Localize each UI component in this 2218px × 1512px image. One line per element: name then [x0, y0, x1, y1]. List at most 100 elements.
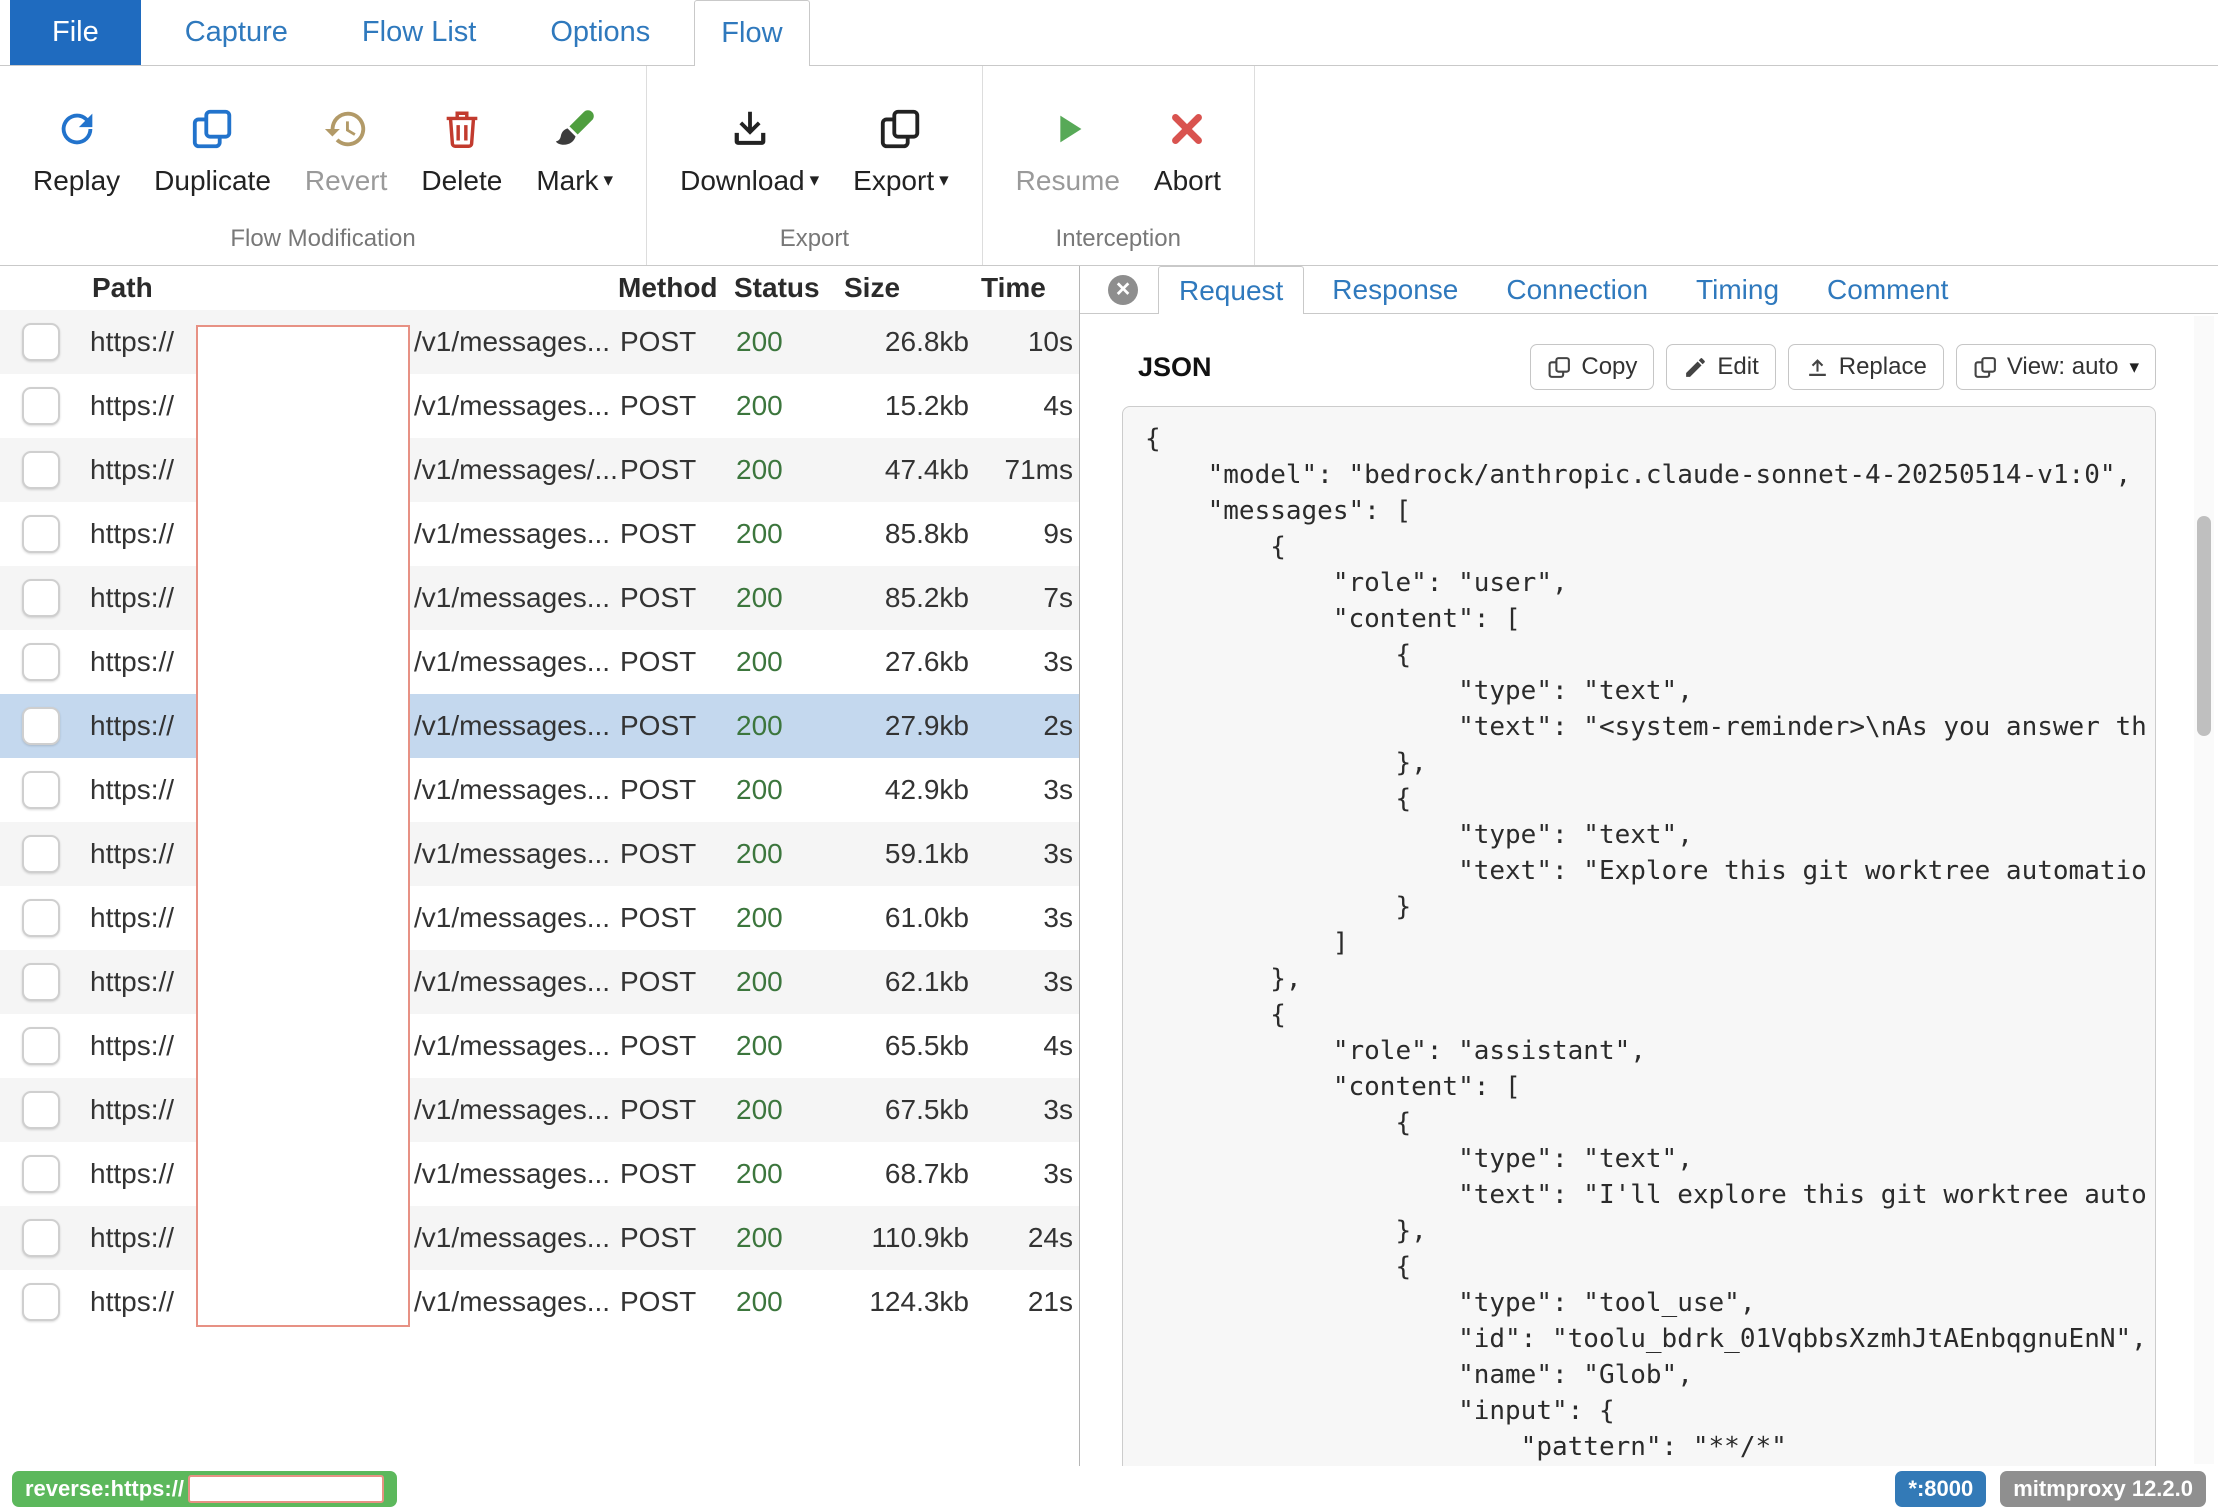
edit-button[interactable]: Edit [1666, 344, 1775, 390]
tab-timing[interactable]: Timing [1676, 266, 1799, 313]
delete-button[interactable]: Delete [404, 95, 519, 205]
flow-row[interactable]: https:// /v1/messages... POST 200 68.7kb… [0, 1142, 1079, 1206]
flow-row-checkbox[interactable] [22, 387, 60, 425]
flow-status: 200 [734, 838, 844, 870]
content-type-label: JSON [1138, 352, 1212, 383]
col-header-method[interactable]: Method [618, 272, 734, 304]
flow-row-checkbox[interactable] [22, 835, 60, 873]
flow-row-checkbox[interactable] [22, 771, 60, 809]
request-body-viewer[interactable]: { "model": "bedrock/anthropic.claude-son… [1122, 406, 2156, 1466]
flow-row-checkbox[interactable] [22, 1155, 60, 1193]
flow-path-suffix: /v1/messages... [414, 1158, 610, 1190]
flow-row-checkbox[interactable] [22, 899, 60, 937]
flow-path-prefix: https:// [90, 646, 174, 678]
close-detail-icon[interactable]: × [1108, 275, 1138, 305]
flow-row[interactable]: https:// /v1/messages... POST 200 124.3k… [0, 1270, 1079, 1334]
toolbar-group-export: Download▾ Export▾ Export [646, 66, 982, 265]
flow-path-suffix: /v1/messages... [414, 326, 610, 358]
flow-row[interactable]: https:// /v1/messages... POST 200 85.8kb… [0, 502, 1079, 566]
flow-row[interactable]: https:// /v1/messages... POST 200 27.9kb… [0, 694, 1079, 758]
flow-row-checkbox[interactable] [22, 323, 60, 361]
menu-flow-list[interactable]: Flow List [332, 0, 506, 65]
download-button[interactable]: Download▾ [663, 95, 836, 205]
flow-row-checkbox[interactable] [22, 1091, 60, 1129]
flow-method: POST [618, 1030, 734, 1062]
flow-row-marker-cell [0, 963, 82, 1001]
flow-row-checkbox[interactable] [22, 963, 60, 1001]
tab-connection[interactable]: Connection [1486, 266, 1668, 313]
revert-button[interactable]: Revert [288, 95, 404, 205]
flow-row[interactable]: https:// /v1/messages... POST 200 67.5kb… [0, 1078, 1079, 1142]
col-header-time[interactable]: Time [975, 272, 1079, 304]
col-header-path[interactable]: Path [82, 272, 618, 304]
flow-row[interactable]: https:// /v1/messages... POST 200 110.9k… [0, 1206, 1079, 1270]
copy-button[interactable]: Copy [1530, 344, 1654, 390]
scrollbar-track[interactable] [2194, 316, 2214, 1464]
delete-icon [436, 103, 488, 155]
menu-file[interactable]: File [10, 0, 141, 65]
flow-row-checkbox[interactable] [22, 1027, 60, 1065]
export-button[interactable]: Export▾ [836, 95, 965, 205]
flow-row[interactable]: https:// /v1/messages... POST 200 42.9kb… [0, 758, 1079, 822]
menu-options[interactable]: Options [520, 0, 680, 65]
tab-response[interactable]: Response [1312, 266, 1478, 313]
flow-row-marker-cell [0, 835, 82, 873]
flow-row[interactable]: https:// /v1/messages... POST 200 27.6kb… [0, 630, 1079, 694]
flow-time: 9s [975, 518, 1079, 550]
flow-row[interactable]: https:// /v1/messages... POST 200 61.0kb… [0, 886, 1079, 950]
view-mode-button[interactable]: View: auto ▾ [1956, 344, 2156, 390]
flow-row[interactable]: https:// /v1/messages... POST 200 59.1kb… [0, 822, 1079, 886]
flow-row-checkbox[interactable] [22, 579, 60, 617]
menu-flow[interactable]: Flow [694, 0, 809, 66]
flow-path-suffix: /v1/messages... [414, 774, 610, 806]
group-label-export: Export [655, 223, 974, 265]
flow-path-suffix: /v1/messages... [414, 966, 610, 998]
flow-row[interactable]: https:// /v1/messages... POST 200 65.5kb… [0, 1014, 1079, 1078]
flow-detail-panel: × Request Response Connection Timing Com… [1080, 266, 2218, 1466]
tab-request[interactable]: Request [1158, 266, 1304, 314]
flow-row-checkbox[interactable] [22, 451, 60, 489]
flow-row[interactable]: https:// /v1/messages/... POST 200 47.4k… [0, 438, 1079, 502]
detail-tab-bar: × Request Response Connection Timing Com… [1080, 266, 2218, 314]
flow-time: 10s [975, 326, 1079, 358]
flow-row[interactable]: https:// /v1/messages... POST 200 15.2kb… [0, 374, 1079, 438]
replace-button[interactable]: Replace [1788, 344, 1944, 390]
flow-row[interactable]: https:// /v1/messages... POST 200 85.2kb… [0, 566, 1079, 630]
proxy-mode-label: reverse:https:// [25, 1476, 184, 1502]
mark-button[interactable]: Mark▾ [519, 95, 630, 205]
flow-status: 200 [734, 454, 844, 486]
resume-label: Resume [1016, 165, 1120, 197]
flow-method: POST [618, 838, 734, 870]
flow-status: 200 [734, 582, 844, 614]
tab-comment[interactable]: Comment [1807, 266, 1968, 313]
flow-row-checkbox[interactable] [22, 1219, 60, 1257]
flow-row-checkbox[interactable] [22, 1283, 60, 1321]
flow-row-checkbox[interactable] [22, 707, 60, 745]
flow-row-checkbox[interactable] [22, 515, 60, 553]
flow-size: 124.3kb [844, 1286, 975, 1318]
export-caret-icon: ▾ [939, 171, 949, 190]
flow-row[interactable]: https:// /v1/messages... POST 200 62.1kb… [0, 950, 1079, 1014]
proxy-mode-badge: reverse:https:// [12, 1471, 397, 1507]
flow-size: 67.5kb [844, 1094, 975, 1126]
duplicate-button[interactable]: Duplicate [137, 95, 288, 205]
mark-brush-icon [549, 103, 601, 155]
flow-row-checkbox[interactable] [22, 643, 60, 681]
body-actions: Copy Edit Replace View: auto ▾ [1530, 344, 2156, 390]
flow-path-prefix: https:// [90, 966, 174, 998]
flow-path-prefix: https:// [90, 1094, 174, 1126]
resume-button[interactable]: Resume [999, 95, 1137, 205]
revert-icon [320, 103, 372, 155]
abort-label: Abort [1154, 165, 1221, 197]
flow-row-marker-cell [0, 899, 82, 937]
replay-button[interactable]: Replay [16, 95, 137, 205]
col-header-status[interactable]: Status [734, 272, 844, 304]
abort-button[interactable]: Abort [1137, 95, 1238, 205]
flow-row-marker-cell [0, 1155, 82, 1193]
menu-capture[interactable]: Capture [155, 0, 318, 65]
flow-time: 2s [975, 710, 1079, 742]
col-header-size[interactable]: Size [844, 272, 975, 304]
flow-path-prefix: https:// [90, 1030, 174, 1062]
scrollbar-thumb[interactable] [2197, 516, 2211, 736]
flow-row[interactable]: https:// /v1/messages... POST 200 26.8kb… [0, 310, 1079, 374]
